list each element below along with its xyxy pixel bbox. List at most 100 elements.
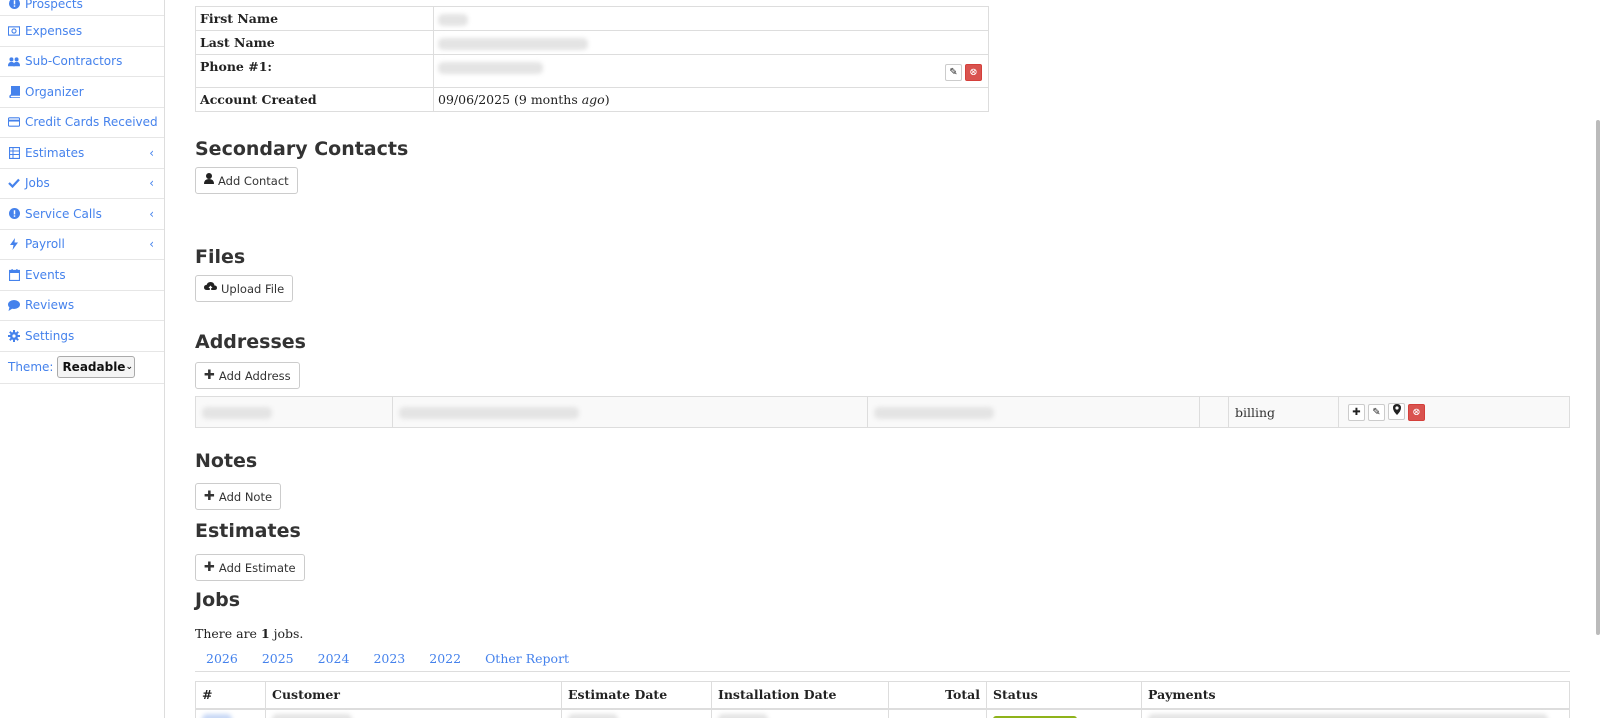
last-name-label: Last Name (195, 30, 434, 55)
redacted-text (202, 407, 272, 419)
theme-select[interactable]: Readable ⌄ (57, 356, 136, 378)
table-row: Phone #1: ✎ ⊗ (195, 54, 989, 88)
table-row: billing ✚ ✎ ⊗ (195, 396, 1570, 428)
theme-select-value: Readable (62, 360, 126, 374)
tab-2025[interactable]: 2025 (262, 651, 294, 666)
delete-address-button[interactable]: ⊗ (1408, 404, 1425, 422)
jobs-count: 1 (260, 626, 270, 641)
sidebar-item-service-calls[interactable]: Service Calls ‹ (0, 199, 164, 230)
upload-file-button[interactable]: Upload File (195, 275, 294, 302)
column-header-total: Total (888, 681, 987, 710)
sidebar-item-label: Service Calls (25, 206, 102, 221)
add-address-button[interactable]: ✚ Add Address (195, 362, 300, 389)
table-row (195, 708, 1570, 718)
sidebar-item-label: Expenses (25, 23, 83, 38)
money-icon (8, 25, 20, 37)
chevron-left-icon: ‹ (149, 206, 154, 221)
comment-icon (8, 299, 20, 311)
sidebar-item-events[interactable]: Events (0, 260, 164, 291)
plus-icon: ✚ (1352, 407, 1361, 419)
check-icon (8, 177, 20, 189)
sidebar-item-credit-cards-received[interactable]: Credit Cards Received (0, 108, 164, 138)
sidebar-item-prospects[interactable]: Prospects (0, 0, 164, 16)
tab-2022[interactable]: 2022 (429, 651, 461, 666)
account-created-label: Account Created (195, 87, 434, 112)
redacted-text (272, 713, 352, 718)
column-header-installation-date: Installation Date (711, 681, 889, 710)
plus-icon: ✚ (204, 368, 215, 383)
sidebar: Prospects Expenses Sub-Contractors Organ… (0, 0, 165, 718)
sidebar-item-reviews[interactable]: Reviews (0, 291, 164, 321)
theme-label: Theme: (8, 360, 54, 374)
tab-2023[interactable]: 2023 (373, 651, 405, 666)
redacted-text (202, 713, 232, 718)
sidebar-item-jobs[interactable]: Jobs ‹ (0, 169, 164, 199)
phone-actions: ✎ ⊗ (942, 63, 982, 81)
map-address-button[interactable] (1388, 402, 1405, 420)
add-contact-button[interactable]: Add Contact (195, 167, 298, 194)
table-row: First Name (195, 6, 989, 31)
chevron-left-icon: ‹ (149, 145, 154, 160)
estimates-heading: Estimates (195, 520, 301, 542)
book-icon (8, 85, 20, 98)
job-number-cell[interactable] (195, 708, 266, 718)
job-customer-cell (265, 708, 562, 718)
addresses-table: billing ✚ ✎ ⊗ (195, 396, 1570, 428)
map-marker-icon (1392, 404, 1401, 418)
tab-2024[interactable]: 2024 (318, 651, 350, 666)
sidebar-item-sub-contractors[interactable]: Sub-Contractors (0, 47, 164, 77)
user-icon (204, 173, 214, 188)
cloud-upload-icon (204, 281, 217, 296)
jobs-count-text: There are 1 jobs. (195, 626, 303, 641)
last-name-value (433, 30, 989, 55)
scrollbar[interactable] (1596, 120, 1600, 635)
add-address-item-button[interactable]: ✚ (1348, 404, 1365, 422)
tab-other-report[interactable]: Other Report (485, 651, 569, 666)
upload-file-label: Upload File (221, 281, 285, 296)
sidebar-item-label: Sub-Contractors (25, 54, 123, 69)
jobs-count-prefix: There are (195, 626, 261, 641)
delete-phone-button[interactable]: ⊗ (965, 64, 982, 81)
address-type: billing (1228, 396, 1339, 428)
job-total-cell (888, 708, 987, 718)
add-note-button[interactable]: ✚ Add Note (195, 483, 282, 510)
column-header-number: # (195, 681, 266, 710)
chevron-left-icon: ‹ (149, 237, 154, 252)
sidebar-item-settings[interactable]: Settings (0, 321, 164, 352)
exclamation-circle-icon (8, 0, 20, 9)
table-icon (8, 146, 20, 159)
job-estimate-date-cell (561, 708, 712, 718)
users-icon (8, 55, 20, 67)
year-tabs: 2026 2025 2024 2023 2022 Other Report (195, 645, 1570, 672)
files-heading: Files (195, 246, 246, 268)
sidebar-item-payroll[interactable]: Payroll ‹ (0, 230, 164, 260)
address-cell (867, 396, 1200, 428)
job-payments-cell (1141, 708, 1570, 718)
tab-2026[interactable]: 2026 (206, 651, 238, 666)
add-note-label: Add Note (218, 489, 273, 504)
pencil-icon: ✎ (1372, 407, 1381, 419)
notes-heading: Notes (195, 450, 258, 472)
credit-card-icon (8, 116, 20, 128)
sidebar-item-organizer[interactable]: Organizer (0, 77, 164, 108)
sidebar-item-label: Prospects (25, 0, 83, 11)
table-row: Account Created 09/06/2025 (9 months ago… (195, 87, 989, 112)
edit-address-button[interactable]: ✎ (1368, 404, 1385, 422)
chevron-down-icon: ⌄ (125, 362, 133, 372)
sidebar-item-expenses[interactable]: Expenses (0, 16, 164, 47)
plus-icon: ✚ (204, 489, 215, 504)
add-estimate-label: Add Estimate (218, 560, 296, 575)
phone-value: ✎ ⊗ (433, 54, 989, 88)
plus-icon: ✚ (204, 560, 215, 575)
column-header-estimate-date: Estimate Date (561, 681, 712, 710)
account-created-date: 09/06/2025 (9 months (438, 92, 582, 107)
jobs-heading: Jobs (195, 589, 241, 611)
edit-phone-button[interactable]: ✎ (945, 64, 962, 81)
sidebar-item-label: Jobs (25, 176, 50, 191)
add-estimate-button[interactable]: ✚ Add Estimate (195, 554, 305, 581)
redacted-text (399, 407, 579, 419)
close-circle-icon: ⊗ (969, 67, 978, 78)
gear-icon (8, 329, 20, 342)
redacted-text (874, 407, 994, 419)
sidebar-item-estimates[interactable]: Estimates ‹ (0, 138, 164, 169)
